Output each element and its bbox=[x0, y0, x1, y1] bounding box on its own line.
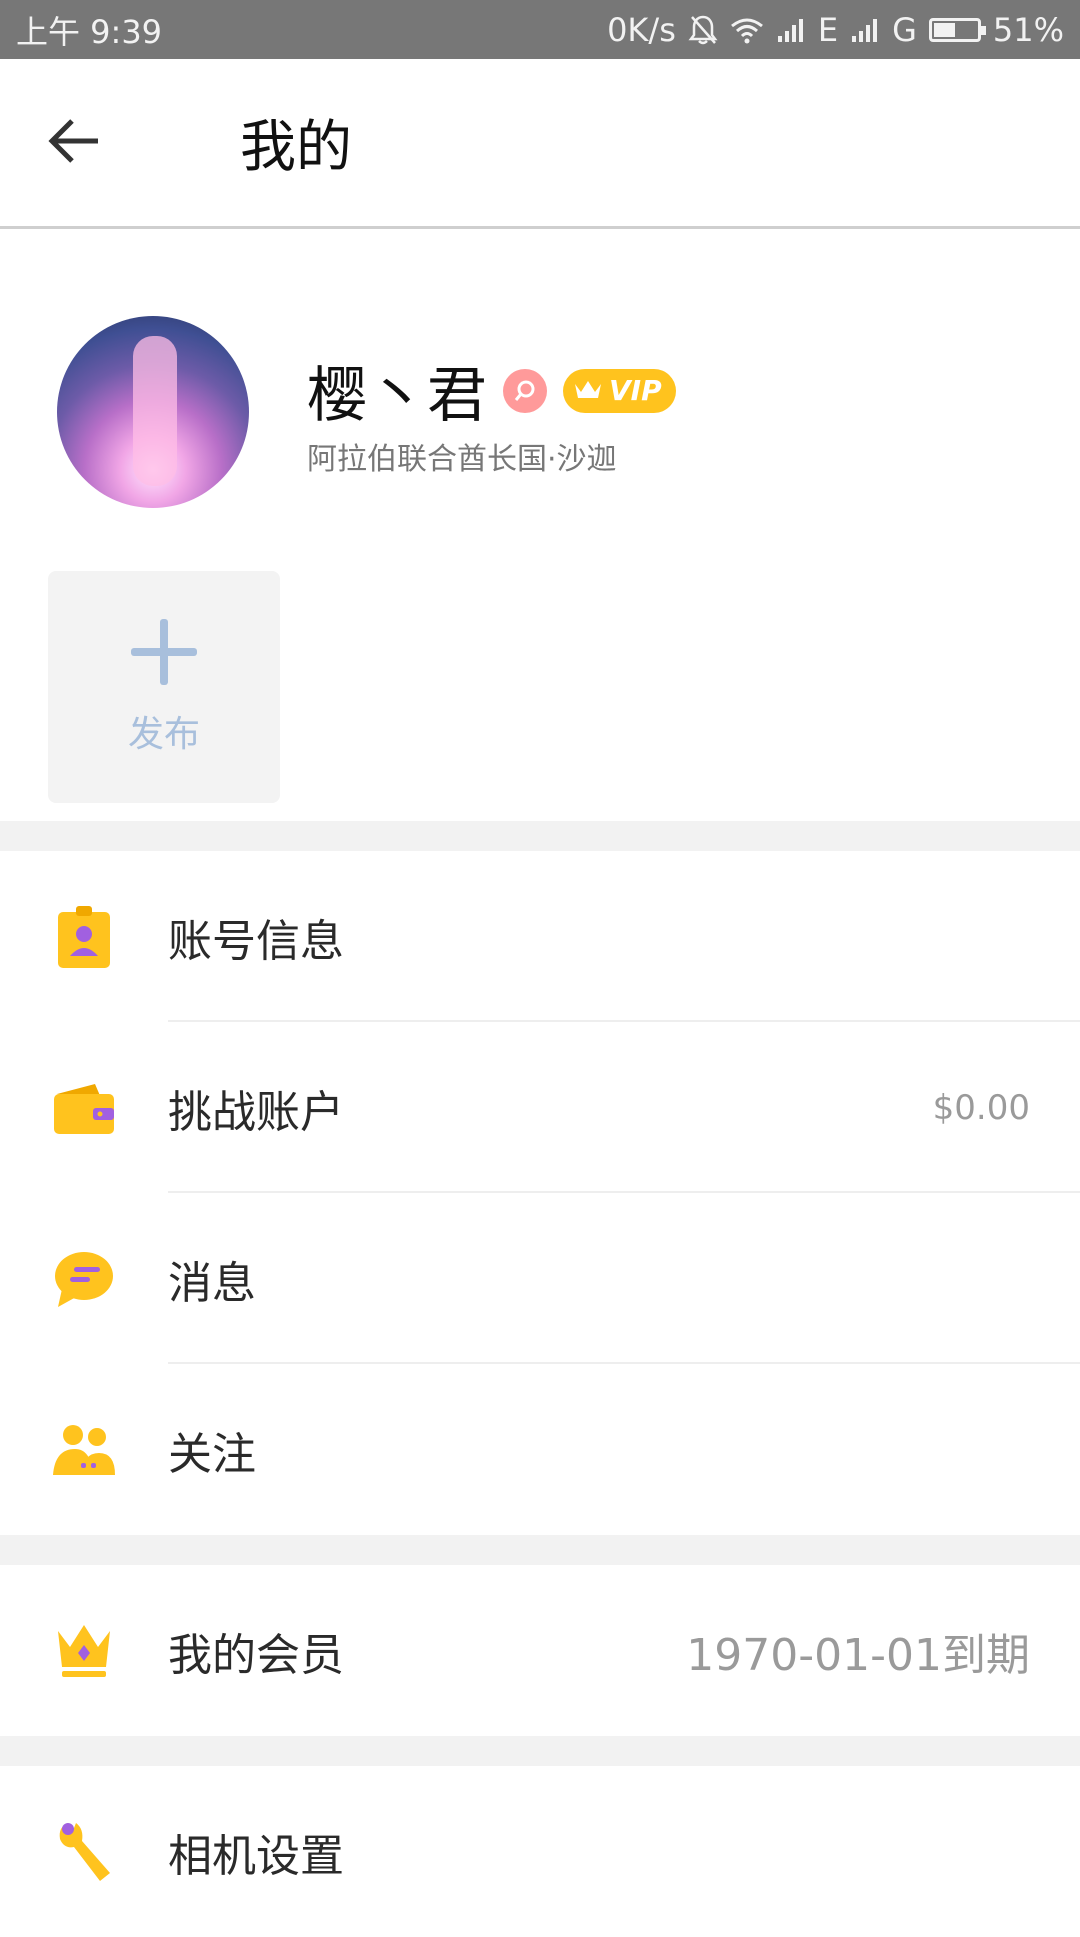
menu-item-follow[interactable]: 关注 bbox=[0, 1364, 1080, 1535]
menu-label: 关注 bbox=[168, 1428, 256, 1480]
page-title: 我的 bbox=[240, 115, 352, 180]
user-name: 樱丶君 bbox=[307, 361, 487, 431]
plus-icon bbox=[129, 617, 199, 691]
section-divider bbox=[0, 1736, 1080, 1766]
search-badge-icon bbox=[503, 368, 547, 413]
wallet-icon bbox=[0, 1080, 168, 1136]
signal-icon bbox=[850, 16, 880, 44]
membership-expiry: 1970-01-01到期 bbox=[686, 1629, 1030, 1681]
vip-badge: VIP bbox=[563, 368, 676, 413]
profile-section[interactable]: 樱丶君 VIP 阿拉伯联合酋长国·沙迦 bbox=[0, 229, 1080, 571]
battery-fill bbox=[933, 22, 956, 37]
signal-icon bbox=[776, 16, 806, 44]
menu-label: 挑战账户 bbox=[168, 1086, 344, 1138]
crown-icon bbox=[573, 374, 603, 407]
menu-item-camera-settings[interactable]: 相机设置 bbox=[0, 1766, 1080, 1937]
publish-section: 发布 bbox=[0, 571, 1080, 821]
profile-name-row: 樱丶君 VIP bbox=[307, 347, 676, 434]
battery-percent: 51% bbox=[992, 10, 1064, 49]
crown-icon bbox=[0, 1621, 168, 1681]
menu-label: 我的会员 bbox=[168, 1629, 344, 1681]
avatar[interactable] bbox=[57, 316, 249, 508]
wrench-icon bbox=[0, 1819, 168, 1885]
menu-item-account-info[interactable]: 账号信息 bbox=[0, 851, 1080, 1022]
avatar-figure bbox=[133, 336, 177, 486]
menu-label: 消息 bbox=[168, 1257, 256, 1309]
vip-label: VIP bbox=[609, 374, 662, 407]
menu-label: 相机设置 bbox=[168, 1830, 344, 1882]
arrow-left-icon bbox=[48, 118, 102, 168]
chat-bubble-icon bbox=[0, 1249, 168, 1309]
net-speed: 0K/s bbox=[607, 10, 676, 49]
user-location: 阿拉伯联合酋长国·沙迦 bbox=[307, 442, 617, 477]
network-type-2: G bbox=[892, 10, 917, 49]
account-balance: $0.00 bbox=[932, 1087, 1030, 1128]
section-divider bbox=[0, 821, 1080, 851]
menu-item-challenge-account[interactable]: 挑战账户 $0.00 bbox=[0, 1022, 1080, 1193]
publish-label: 发布 bbox=[127, 714, 200, 755]
users-icon bbox=[0, 1423, 168, 1477]
id-badge-icon bbox=[0, 904, 168, 970]
battery-icon bbox=[928, 17, 986, 42]
status-time: 上午 9:39 bbox=[16, 12, 163, 51]
publish-button[interactable]: 发布 bbox=[48, 571, 280, 803]
app-bar: 我的 bbox=[0, 59, 1080, 229]
menu-label: 账号信息 bbox=[168, 915, 344, 967]
network-type-1: E bbox=[817, 10, 839, 49]
back-button[interactable] bbox=[0, 58, 150, 228]
menu-item-membership[interactable]: 我的会员 1970-01-01到期 bbox=[0, 1565, 1080, 1736]
bell-muted-icon bbox=[688, 14, 718, 46]
section-divider bbox=[0, 1535, 1080, 1565]
menu-item-messages[interactable]: 消息 bbox=[0, 1193, 1080, 1364]
wifi-icon bbox=[730, 16, 764, 44]
status-indicators: 0K/s E G 51% bbox=[607, 11, 1064, 49]
status-bar: 上午 9:39 0K/s E G 51% bbox=[0, 0, 1080, 59]
